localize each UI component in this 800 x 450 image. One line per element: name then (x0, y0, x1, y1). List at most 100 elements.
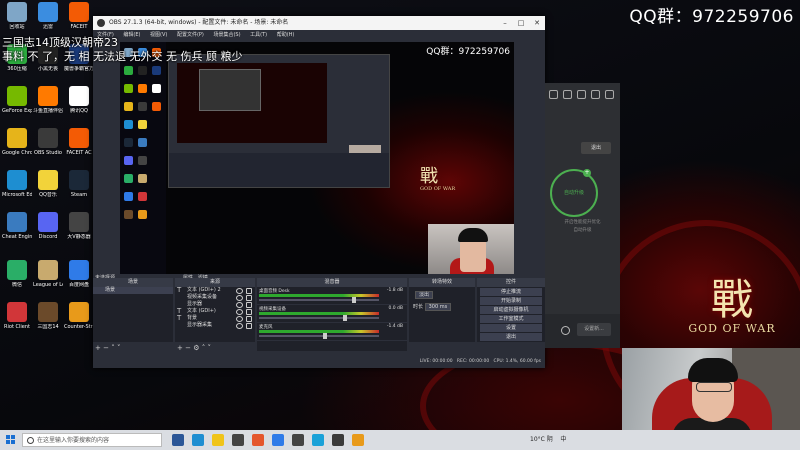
taskbar-app-icon[interactable] (252, 434, 264, 446)
desktop-icon[interactable]: FACEIT (64, 2, 94, 30)
source-item[interactable]: 显示器采集 (175, 322, 255, 329)
move-down-icon[interactable]: ˅ (117, 344, 121, 352)
desktop-icon[interactable]: League of Legends (33, 260, 63, 288)
start-recording-button[interactable]: 开始录制 (480, 297, 542, 305)
virtual-camera-button[interactable]: 启动虚拟摄像机 (480, 306, 542, 314)
obs-titlebar[interactable]: OBS 27.1.3 (64-bit, windows) - 配置文件: 未命名… (93, 16, 545, 30)
obs-preview[interactable]: QQ群：972259706 戰 GOD OF WAR (120, 42, 514, 274)
volume-fader[interactable] (259, 335, 379, 337)
source-item[interactable]: T 文本 (GDI+) (175, 308, 255, 315)
desktop-icon[interactable]: GeForce Experience (2, 86, 32, 114)
taskbar-app-icon[interactable] (172, 434, 184, 446)
input-language[interactable]: 中 (560, 436, 566, 443)
gear-icon[interactable] (561, 326, 570, 335)
transition-type[interactable]: 淡出 (415, 291, 434, 299)
remove-source-icon[interactable]: − (185, 344, 191, 352)
menu-tools[interactable]: 工具(T) (250, 32, 267, 38)
close-icon[interactable]: ✕ (529, 16, 545, 30)
lock-icon[interactable] (246, 323, 252, 329)
visibility-eye-icon[interactable] (236, 323, 243, 329)
menu-view[interactable]: 视图(V) (150, 32, 167, 38)
remove-scene-icon[interactable]: − (103, 344, 109, 352)
fader-knob[interactable] (322, 333, 327, 339)
source-item[interactable]: 显示器 (175, 301, 255, 308)
volume-fader[interactable] (259, 299, 379, 301)
move-down-icon[interactable]: ˅ (207, 344, 211, 352)
desktop-icon[interactable]: FACEIT AC (64, 128, 94, 156)
minimize-icon[interactable]: – (497, 16, 513, 30)
exit-button[interactable]: 退出 (480, 333, 542, 341)
menu-profile[interactable]: 配置文件(P) (177, 32, 204, 38)
volume-fader[interactable] (259, 317, 379, 319)
taskbar-app-icon[interactable] (332, 434, 344, 446)
weather-indicator[interactable]: 10°C 阴 (530, 436, 553, 443)
desktop-icon[interactable]: Google Chrome (2, 128, 32, 156)
move-up-icon[interactable]: ˄ (111, 344, 115, 352)
side-app-footer: 设置新... (545, 314, 620, 348)
fader-knob[interactable] (351, 297, 356, 303)
menu-help[interactable]: 帮助(H) (277, 32, 295, 38)
app-icon-2[interactable] (563, 90, 572, 99)
transition-select[interactable]: 淡出 (415, 291, 434, 299)
add-source-icon[interactable]: + (177, 344, 183, 352)
desktop-icon[interactable]: 三国志14 (33, 302, 63, 330)
desktop-icon[interactable]: Steam (64, 170, 94, 198)
taskbar-app-icon[interactable] (312, 434, 324, 446)
fader-knob[interactable] (342, 315, 347, 321)
scene-item[interactable]: 场景 (93, 287, 173, 294)
desktop-icon[interactable]: OBS Studio (33, 128, 63, 156)
side-app-toolbar (545, 83, 620, 105)
taskbar-app-icon[interactable] (192, 434, 204, 446)
wallpaper-logo: 戰 GOD OF WAR (672, 278, 792, 336)
bell-icon[interactable] (591, 90, 600, 99)
taskbar-app-icon[interactable] (212, 434, 224, 446)
desktop-icon[interactable]: 斗鱼直播伴侣 (33, 86, 63, 114)
studio-mode-button[interactable]: 工作室模式 (480, 315, 542, 323)
menu-scene-collection[interactable]: 场景集合(S) (213, 32, 240, 38)
auto-upgrade-circle[interactable]: 自动升级 (550, 169, 598, 217)
desktop-icon[interactable]: Discord (33, 212, 63, 240)
desktop-icon[interactable]: Riot Client (2, 302, 32, 330)
controls-dock-title: 控件 (477, 278, 545, 287)
plus-icon[interactable]: + (583, 169, 591, 177)
app-icon-5[interactable] (605, 90, 614, 99)
app-icon-3[interactable] (577, 90, 586, 99)
gear-icon[interactable]: ⚙ (193, 344, 199, 352)
scenes-list[interactable]: 场景 (93, 287, 173, 342)
move-up-icon[interactable]: ˄ (202, 344, 206, 352)
taskbar-app-icon[interactable] (292, 434, 304, 446)
obs-logo-icon (97, 19, 105, 27)
side-app-bottom-button[interactable]: 设置新... (577, 323, 611, 336)
taskbar-app-icon[interactable] (272, 434, 284, 446)
menu-edit[interactable]: 编辑(E) (123, 32, 140, 38)
obs-window[interactable]: OBS 27.1.3 (64-bit, windows) - 配置文件: 未命名… (93, 16, 545, 368)
duration-input[interactable]: 300 ms (424, 303, 452, 311)
desktop-icon[interactable]: Microsoft Edge (2, 170, 32, 198)
desktop-icon[interactable]: 回收站 (2, 2, 32, 30)
desktop-icon[interactable]: Cheat Engine (2, 212, 32, 240)
side-app-window[interactable]: 退出 自动升级 + 开启性能提升优化 自动升级 设置新... (545, 83, 620, 348)
app-icon-1[interactable] (549, 90, 558, 99)
settings-button[interactable]: 设置 (480, 324, 542, 332)
desktop-icon[interactable]: 微信 (2, 260, 32, 288)
source-item[interactable]: T 背景 (175, 315, 255, 322)
windows-start-icon[interactable] (6, 435, 16, 445)
desktop-icon[interactable]: 迅雷 (33, 2, 63, 30)
desktop-icon-label: 大V静态器 (67, 234, 91, 240)
source-item[interactable]: 视频采集设备 (175, 294, 255, 301)
taskbar-app-icon[interactable] (352, 434, 364, 446)
taskbar-app-icon[interactable] (232, 434, 244, 446)
sources-list[interactable]: T 文本 (GDI+) 2 视频采集设备 显示器 T 文本 (GDI+) T 背景 显… (175, 287, 255, 342)
desktop-icon[interactable]: Counter-Strike: Global Offe... (64, 302, 94, 330)
controls-panel: 停止推流 开始录制 启动虚拟摄像机 工作室模式 设置 退出 (477, 287, 545, 342)
desktop-icon[interactable]: 腾讯QQ (64, 86, 94, 114)
stop-streaming-button[interactable]: 停止推流 (480, 288, 542, 296)
source-item[interactable]: T 文本 (GDI+) 2 (175, 287, 255, 294)
taskbar-search-input[interactable]: 在这里输入你要搜索的内容 (22, 433, 162, 447)
desktop-icon[interactable]: 百度网盘 (64, 260, 94, 288)
maximize-icon[interactable]: □ (513, 16, 529, 30)
desktop-icon[interactable]: 大V静态器 (64, 212, 94, 240)
desktop-icon[interactable]: QQ音乐 (33, 170, 63, 198)
add-scene-icon[interactable]: + (95, 344, 101, 352)
side-app-exit-button[interactable]: 退出 (581, 142, 611, 154)
